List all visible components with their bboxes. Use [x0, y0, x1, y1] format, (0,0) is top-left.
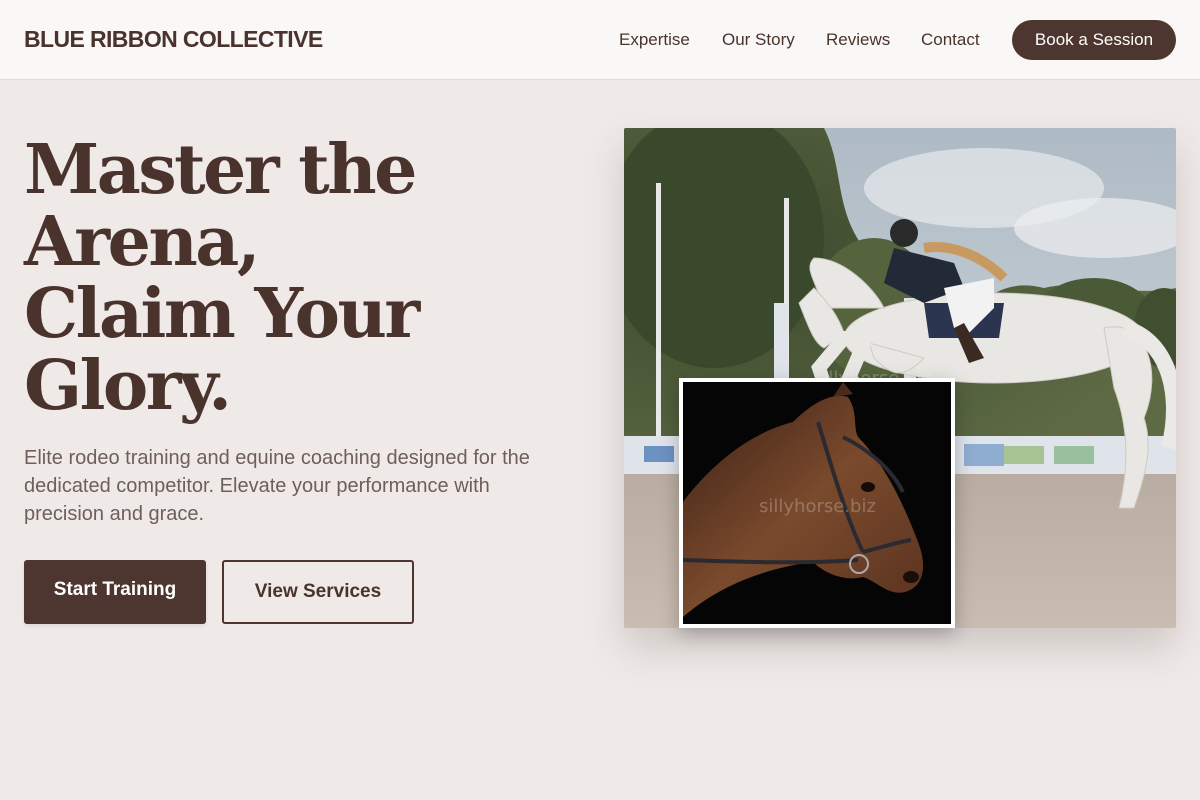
view-services-button[interactable]: View Services	[222, 560, 414, 624]
book-session-button[interactable]: Book a Session	[1012, 20, 1176, 60]
hero-title-line: Claim Your	[24, 274, 420, 354]
nav-link-our-story[interactable]: Our Story	[722, 30, 795, 50]
nav-link-expertise[interactable]: Expertise	[619, 30, 690, 50]
brand-logo[interactable]: BLUE RIBBON COLLECTIVE	[24, 26, 323, 53]
nav-link-reviews[interactable]: Reviews	[826, 30, 890, 50]
hero-title: Master the Arena, Claim Your Glory.	[24, 134, 524, 422]
horse-portrait-photo: sillyhorse.biz	[679, 378, 955, 628]
start-training-button[interactable]: Start Training	[24, 560, 206, 624]
nav-link-contact[interactable]: Contact	[921, 30, 980, 50]
site-header: BLUE RIBBON COLLECTIVE Expertise Our Sto…	[0, 0, 1200, 80]
hero-title-line: Arena,	[24, 202, 261, 282]
hero-title-line: Master the	[24, 130, 417, 210]
hero-subtitle: Elite rodeo training and equine coaching…	[24, 447, 530, 525]
hero-title-line: Glory.	[24, 346, 232, 426]
inset-photo-watermark: sillyhorse.biz	[759, 496, 876, 517]
